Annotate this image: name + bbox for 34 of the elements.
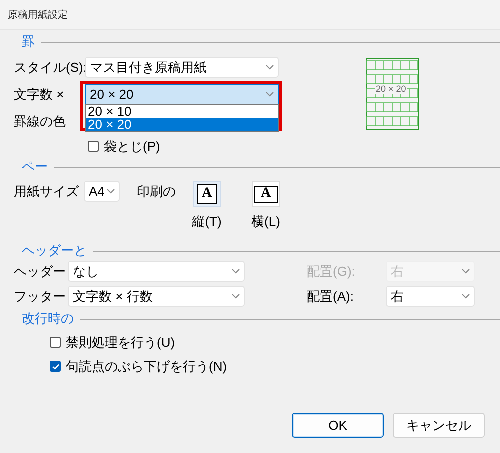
field-label: 配置(A): <box>307 288 355 306</box>
preview-label: 20 × 20 <box>375 84 408 94</box>
field-label: ヘッダー <box>14 262 67 280</box>
dialog-button[interactable]: OK <box>292 413 384 438</box>
window-title: 原稿用紙設定 <box>8 8 68 22</box>
field-label: フッター <box>14 288 67 306</box>
dropdown-option[interactable]: 20 × 10 <box>86 105 278 118</box>
dropdown[interactable]: 右 <box>386 286 475 307</box>
section-heading: ヘッダーと <box>22 242 87 260</box>
dropdown-option[interactable]: 20 × 20 <box>86 118 278 131</box>
field-label: 文字数 × <box>14 86 66 104</box>
dropdown[interactable]: 20 × 20 <box>85 84 279 105</box>
dropdown[interactable]: 文字数 × 行数 <box>68 286 245 307</box>
field-label: 罫線の色 <box>14 112 67 130</box>
checkbox-label[interactable]: 袋とじ(P) <box>104 138 160 156</box>
section-heading: ペー <box>22 158 48 176</box>
dropdown[interactable]: なし <box>68 261 245 282</box>
field-label: 印刷の <box>137 183 176 201</box>
field-label: 配置(G): <box>307 262 356 280</box>
orientation-button[interactable]: A <box>193 181 221 207</box>
section-heading: 改行時の <box>22 310 74 328</box>
checkbox-label[interactable]: 句読点のぶら下げを行う(N) <box>66 358 228 376</box>
page-icon: A <box>197 184 217 204</box>
section-heading: 罫 <box>22 33 35 51</box>
dialog-button[interactable]: キャンセル <box>393 413 485 438</box>
dropdown[interactable]: A4 <box>84 181 120 202</box>
orientation-button[interactable]: A <box>252 181 280 207</box>
orientation-label: 横(L) <box>252 213 280 231</box>
page-icon: A <box>254 186 278 202</box>
field-label: 用紙サイズ <box>14 183 80 201</box>
field-label: スタイル(S): <box>14 58 85 76</box>
orientation-label: 縦(T) <box>192 213 222 231</box>
checkbox-label[interactable]: 禁則処理を行う(U) <box>66 334 176 352</box>
dropdown[interactable]: マス目付き原稿用紙 <box>85 57 279 78</box>
